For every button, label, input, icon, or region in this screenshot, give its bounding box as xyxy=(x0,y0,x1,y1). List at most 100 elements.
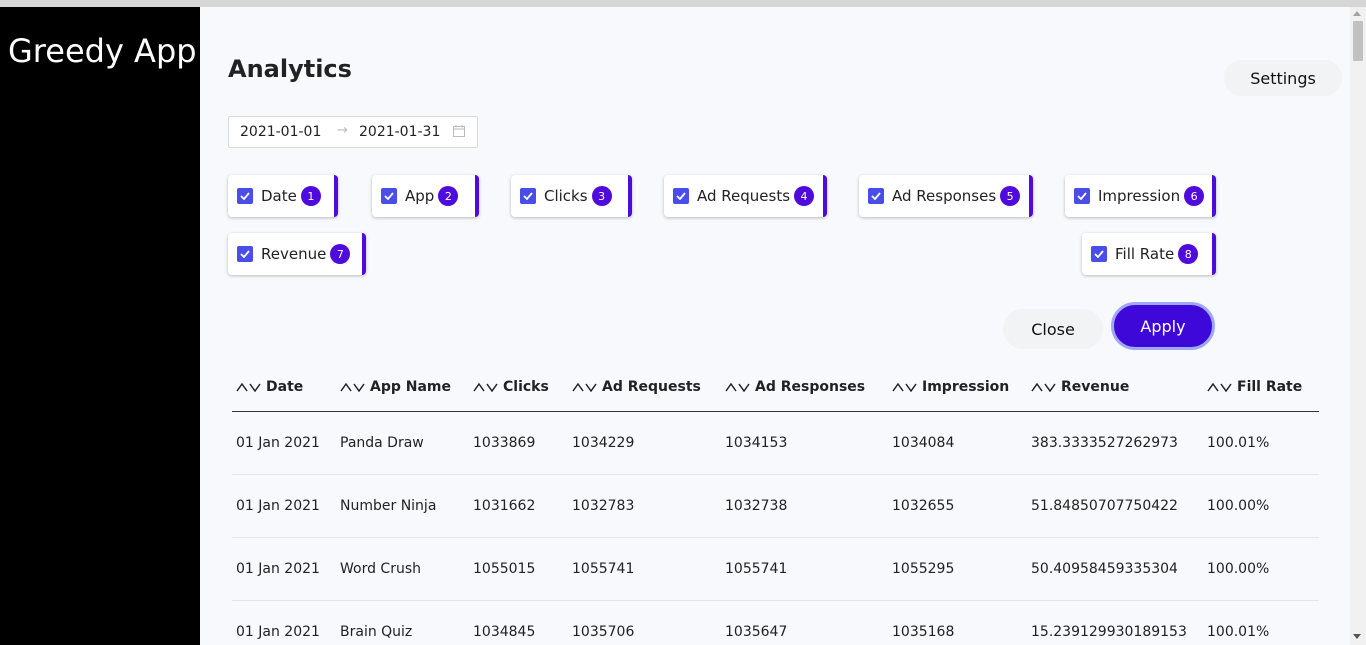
scrollbar-thumb[interactable] xyxy=(1353,21,1363,61)
cell-revenue: 15.239129930189153 xyxy=(1027,600,1203,645)
date-start-input[interactable]: 2021-01-01 xyxy=(240,124,321,140)
calendar-icon xyxy=(453,125,465,137)
chip-order-badge: 8 xyxy=(1178,244,1199,264)
checkbox-checked-icon[interactable] xyxy=(520,188,536,204)
date-range-picker[interactable]: 2021-01-01 → 2021-01-31 xyxy=(228,116,478,148)
column-chip-clicks[interactable]: Clicks 3 xyxy=(511,175,632,217)
checkbox-checked-icon[interactable] xyxy=(1074,188,1090,204)
column-chip-impression[interactable]: Impression 6 xyxy=(1065,175,1216,217)
checkbox-checked-icon[interactable] xyxy=(868,188,884,204)
cell-ad-requests: 1035706 xyxy=(568,600,721,645)
cell-date: 01 Jan 2021 xyxy=(232,600,336,645)
checkbox-checked-icon[interactable] xyxy=(1091,246,1107,262)
cell-impression: 1032655 xyxy=(888,474,1027,538)
close-button[interactable]: Close xyxy=(1003,309,1103,349)
column-header-clicks[interactable]: Clicks xyxy=(469,363,568,412)
cell-date: 01 Jan 2021 xyxy=(232,537,336,601)
cell-ad-responses: 1055741 xyxy=(721,537,888,601)
sort-icon[interactable] xyxy=(1207,382,1233,392)
cell-app-name: Word Crush xyxy=(336,537,469,601)
cell-fill-rate: 100.00% xyxy=(1203,537,1319,601)
vertical-scrollbar[interactable] xyxy=(1350,7,1366,645)
chip-label: Ad Requests xyxy=(697,187,791,205)
sort-icon[interactable] xyxy=(236,382,262,392)
column-header-revenue[interactable]: Revenue xyxy=(1027,363,1203,412)
cell-clicks: 1055015 xyxy=(469,537,568,601)
chip-label: Revenue xyxy=(261,245,327,263)
scroll-up-arrow-icon[interactable] xyxy=(1353,11,1361,16)
cell-fill-rate: 100.00% xyxy=(1203,474,1319,538)
chip-order-badge: 7 xyxy=(330,244,351,264)
cell-date: 01 Jan 2021 xyxy=(232,474,336,538)
main-content: Analytics Settings 2021-01-01 → 2021-01-… xyxy=(200,7,1350,645)
cell-impression: 1034084 xyxy=(888,411,1027,475)
page-title: Analytics xyxy=(228,55,352,83)
chip-label: Fill Rate xyxy=(1115,245,1175,263)
chip-order-badge: 3 xyxy=(591,186,612,206)
table-row: 01 Jan 2021 Panda Draw 1033869 1034229 1… xyxy=(232,411,1319,475)
cell-ad-requests: 1055741 xyxy=(568,537,721,601)
cell-app-name: Number Ninja xyxy=(336,474,469,538)
arrow-right-icon: → xyxy=(337,123,348,138)
column-chip-date[interactable]: Date 1 xyxy=(228,175,338,217)
settings-button[interactable]: Settings xyxy=(1224,60,1342,96)
chip-label: Impression xyxy=(1098,187,1181,205)
chip-label: App xyxy=(405,187,435,205)
checkbox-checked-icon[interactable] xyxy=(673,188,689,204)
chip-label: Clicks xyxy=(544,187,588,205)
sort-icon[interactable] xyxy=(340,382,366,392)
cell-impression: 1035168 xyxy=(888,600,1027,645)
cell-clicks: 1031662 xyxy=(469,474,568,538)
sort-icon[interactable] xyxy=(892,382,918,392)
column-header-impression[interactable]: Impression xyxy=(888,363,1027,412)
table-row: 01 Jan 2021 Brain Quiz 1034845 1035706 1… xyxy=(232,600,1319,645)
sort-icon[interactable] xyxy=(572,382,598,392)
cell-fill-rate: 100.01% xyxy=(1203,411,1319,475)
cell-ad-requests: 1032783 xyxy=(568,474,721,538)
table-row: 01 Jan 2021 Number Ninja 1031662 1032783… xyxy=(232,474,1319,538)
scroll-down-arrow-icon[interactable] xyxy=(1353,634,1361,639)
chip-label: Date xyxy=(261,187,297,205)
column-chip-fill-rate[interactable]: Fill Rate 8 xyxy=(1082,233,1216,275)
analytics-table: Date App Name Clicks Ad Requests Ad Resp… xyxy=(232,363,1319,645)
column-header-ad-responses[interactable]: Ad Responses xyxy=(721,363,888,412)
cell-ad-requests: 1034229 xyxy=(568,411,721,475)
column-chip-ad-responses[interactable]: Ad Responses 5 xyxy=(859,175,1033,217)
browser-top-strip xyxy=(0,0,1366,7)
table-header-row: Date App Name Clicks Ad Requests Ad Resp… xyxy=(232,363,1319,412)
column-chip-ad-requests[interactable]: Ad Requests 4 xyxy=(664,175,827,217)
column-header-fill-rate[interactable]: Fill Rate xyxy=(1203,363,1319,412)
column-chip-app[interactable]: App 2 xyxy=(372,175,479,217)
cell-impression: 1055295 xyxy=(888,537,1027,601)
cell-revenue: 383.3333527262973 xyxy=(1027,411,1203,475)
cell-clicks: 1033869 xyxy=(469,411,568,475)
column-header-date[interactable]: Date xyxy=(232,363,336,412)
sort-icon[interactable] xyxy=(1031,382,1057,392)
table-row: 01 Jan 2021 Word Crush 1055015 1055741 1… xyxy=(232,537,1319,601)
app-brand[interactable]: Greedy App xyxy=(8,33,197,69)
chip-order-badge: 5 xyxy=(1000,186,1021,206)
cell-clicks: 1034845 xyxy=(469,600,568,645)
cell-revenue: 51.84850707750422 xyxy=(1027,474,1203,538)
column-chip-revenue[interactable]: Revenue 7 xyxy=(228,233,366,275)
checkbox-checked-icon[interactable] xyxy=(237,246,253,262)
chip-order-badge: 1 xyxy=(300,186,321,206)
cell-app-name: Panda Draw xyxy=(336,411,469,475)
sort-icon[interactable] xyxy=(725,382,751,392)
sort-icon[interactable] xyxy=(473,382,499,392)
cell-ad-responses: 1032738 xyxy=(721,474,888,538)
cell-fill-rate: 100.01% xyxy=(1203,600,1319,645)
apply-button[interactable]: Apply xyxy=(1111,302,1215,350)
checkbox-checked-icon[interactable] xyxy=(381,188,397,204)
chip-order-badge: 6 xyxy=(1184,186,1205,206)
date-end-input[interactable]: 2021-01-31 xyxy=(359,124,440,140)
cell-app-name: Brain Quiz xyxy=(336,600,469,645)
chip-label: Ad Responses xyxy=(892,187,997,205)
cell-date: 01 Jan 2021 xyxy=(232,411,336,475)
column-header-ad-requests[interactable]: Ad Requests xyxy=(568,363,721,412)
sidebar: Greedy App xyxy=(0,7,200,645)
cell-revenue: 50.40958459335304 xyxy=(1027,537,1203,601)
column-header-app-name[interactable]: App Name xyxy=(336,363,469,412)
chip-order-badge: 4 xyxy=(794,186,815,206)
checkbox-checked-icon[interactable] xyxy=(237,188,253,204)
